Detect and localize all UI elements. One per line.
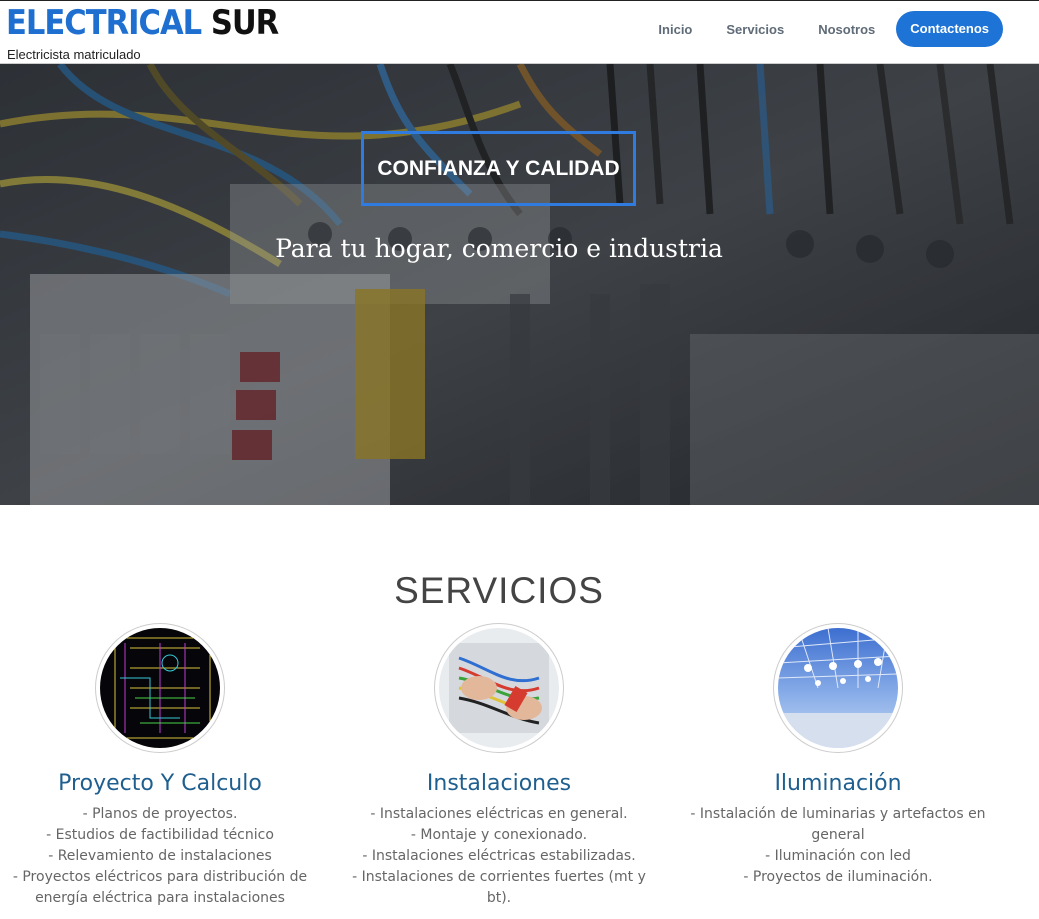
blueprint-image (100, 628, 220, 748)
nav-inicio[interactable]: Inicio (658, 22, 692, 37)
service-line: - Instalaciones eléctricas estabilizadas… (362, 848, 636, 864)
hero-title-box: CONFIANZA Y CALIDAD (361, 131, 636, 206)
service-title: Iluminación (774, 771, 902, 796)
logo-text-secondary: SUR (210, 3, 279, 43)
services-heading: SERVICIOS (394, 570, 604, 611)
service-title: Proyecto Y Calculo (58, 771, 262, 796)
service-line: bt). (486, 890, 512, 906)
service-card-proyecto: Proyecto Y Calculo - Planos de proyectos… (10, 623, 310, 909)
hero-subtitle: Para tu hogar, comercio e industria (275, 234, 723, 263)
site-tagline: Electricista matriculado (7, 47, 141, 62)
service-line: - Montaje y conexionado. (410, 827, 588, 843)
nav-nosotros[interactable]: Nosotros (818, 22, 875, 37)
service-image-frame (773, 623, 903, 753)
service-line: - Instalación de luminarias y artefactos… (690, 806, 986, 822)
service-card-instalaciones: Instalaciones - Instalaciones eléctricas… (349, 623, 649, 909)
wiring-image (439, 628, 559, 748)
service-line: - Estudios de factibilidad técnico (46, 827, 274, 843)
service-image-frame (95, 623, 225, 753)
logo-text-primary: ELECTRICAL (6, 3, 202, 43)
service-line: general (811, 827, 865, 843)
service-line: - Instalaciones eléctricas en general. (370, 806, 628, 822)
service-line: - Proyectos de iluminación. (743, 869, 933, 885)
service-line: - Proyectos eléctricos para distribución… (12, 869, 308, 885)
main-nav: Inicio Servicios Nosotros Contactenos (624, 11, 1003, 47)
contact-button[interactable]: Contactenos (896, 11, 1003, 47)
service-line: - Planos de proyectos. (82, 806, 238, 822)
service-title: Instalaciones (426, 771, 572, 796)
service-card-iluminacion: Iluminación - Instalación de luminarias … (688, 623, 988, 888)
site-logo[interactable]: ELECTRICAL SUR (6, 3, 279, 43)
service-line: - Iluminación con led (765, 848, 911, 864)
hero-banner: CONFIANZA Y CALIDAD Para tu hogar, comer… (0, 64, 1039, 505)
nav-servicios[interactable]: Servicios (726, 22, 784, 37)
warehouse-lighting-image (778, 628, 898, 748)
service-line: - Relevamiento de instalaciones (48, 848, 272, 864)
top-navbar: ELECTRICAL SUR Electricista matriculado … (0, 0, 1039, 64)
service-line: - Instalaciones de corrientes fuertes (m… (352, 869, 646, 885)
service-line: energía eléctrica para instalaciones (35, 890, 285, 906)
service-image-frame (434, 623, 564, 753)
